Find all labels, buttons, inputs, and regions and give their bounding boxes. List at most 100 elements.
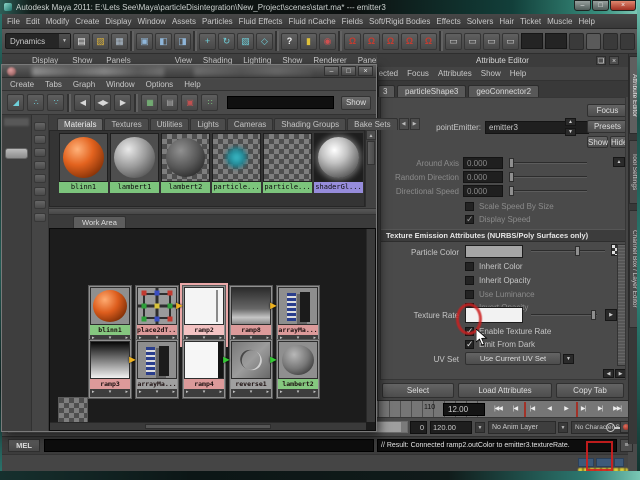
scroll-left-icon[interactable]: ◀ <box>603 369 614 378</box>
shading-node[interactable]: ramp3 ▸▾▸ <box>88 339 132 399</box>
expand-connector-icon[interactable]: ▾ <box>156 389 159 397</box>
particle-color-slider[interactable] <box>531 246 605 256</box>
menu-item[interactable]: Fluid Effects <box>236 17 286 26</box>
copy-tab-icon[interactable]: ❏ <box>596 56 606 65</box>
swatch-thumbnail[interactable] <box>110 133 159 182</box>
minimize-button[interactable]: – <box>574 0 591 11</box>
attribute-scrollbar[interactable] <box>617 244 626 366</box>
menu-item[interactable]: Display <box>102 17 134 26</box>
swatch-thumbnail[interactable] <box>314 133 363 182</box>
menu-item[interactable]: Soft/Rigid Bodies <box>366 17 433 26</box>
tab-work-area[interactable]: Work Area <box>73 216 126 228</box>
strip-button[interactable] <box>34 148 46 157</box>
around-axis-slider[interactable] <box>509 158 587 168</box>
map-arrow-icon[interactable]: ▶ <box>605 309 617 321</box>
quick-rename-field[interactable] <box>545 33 567 49</box>
chevron-down-icon[interactable]: ▼ <box>563 354 574 364</box>
graph-forward-icon[interactable]: ▶ <box>114 94 131 111</box>
menu-item[interactable]: Assets <box>169 17 199 26</box>
random-direction-field[interactable]: 0.000 <box>463 171 503 183</box>
scroll-left-icon[interactable]: ◀ <box>399 118 409 130</box>
select-component-icon[interactable]: ◨ <box>174 33 191 50</box>
mel-toggle-button[interactable]: MEL <box>8 439 40 452</box>
strip-button[interactable] <box>34 200 46 209</box>
select-object-icon[interactable]: ◧ <box>155 33 172 50</box>
category-tab[interactable]: Bake Sets <box>347 118 397 130</box>
input-output-connections-icon[interactable]: ▦ <box>141 94 158 111</box>
work-area-vertical-scrollbar[interactable] <box>366 229 375 422</box>
shading-node[interactable]: blinn1 ▸▾▸ <box>88 285 132 345</box>
menu-item[interactable]: Effects <box>433 17 463 26</box>
scrollbar-grip[interactable] <box>367 141 375 165</box>
category-tab[interactable]: Lights <box>190 118 225 130</box>
separator[interactable] <box>130 31 134 51</box>
swatch-thumbnail[interactable] <box>263 133 312 182</box>
node-connectors[interactable]: ▸▾▸ <box>90 389 130 397</box>
scroll-right-icon[interactable]: ▶ <box>615 369 626 378</box>
scroll-up-icon[interactable]: ▲ <box>366 130 376 140</box>
node-thumbnail[interactable] <box>90 341 130 379</box>
ipr-render-icon[interactable]: ▭ <box>483 33 500 50</box>
menu-item[interactable]: Help <box>179 80 205 89</box>
menu-item[interactable]: File <box>4 17 23 26</box>
use-luminance-checkbox[interactable] <box>465 290 474 299</box>
go-to-end-button[interactable]: ▶▶| <box>609 402 625 416</box>
focus-button[interactable]: Focus <box>587 104 626 117</box>
strip-button[interactable] <box>34 187 46 196</box>
texture-emission-section-header[interactable]: Texture Emission Attributes (NURBS/Poly … <box>381 229 625 242</box>
input-connector-icon[interactable]: ▸ <box>92 389 95 397</box>
menu-item[interactable]: Solvers <box>464 17 497 26</box>
node-thumbnail[interactable] <box>231 287 271 325</box>
expand-connector-icon[interactable]: ▾ <box>109 389 112 397</box>
shading-node[interactable]: reverse1 ▸▾▸ <box>229 339 273 399</box>
chevron-down-icon[interactable]: ▼ <box>59 34 70 48</box>
strip-button[interactable] <box>34 174 46 183</box>
scrollbar-grip[interactable] <box>145 424 271 429</box>
create-panel-dropdown[interactable] <box>4 118 29 126</box>
quick-select-field[interactable] <box>521 33 543 49</box>
node-connectors[interactable]: ▸▾▸ <box>231 389 271 397</box>
lasso-tool-icon[interactable]: ◇ <box>256 33 273 50</box>
output-connector-icon[interactable]: ▸ <box>219 389 222 397</box>
render-view-icon[interactable]: ▭ <box>445 33 462 50</box>
output-connector-icon[interactable]: ▸ <box>172 389 175 397</box>
key-icon[interactable] <box>606 423 615 432</box>
menu-item[interactable]: Fluid nCache <box>286 17 339 26</box>
strip-button[interactable] <box>34 213 46 222</box>
input-connector-icon[interactable]: ▸ <box>280 389 283 397</box>
menu-item[interactable]: Muscle <box>544 17 575 26</box>
emit-from-dark-checkbox[interactable] <box>465 340 474 349</box>
play-forwards-button[interactable]: ▶ <box>558 402 574 416</box>
snap-to-planes-icon[interactable]: Ω <box>401 33 418 50</box>
work-area-graph[interactable]: blinn1 ▸▾▸ place2dT... ▸▾▸ <box>49 228 376 431</box>
select-hierarchy-icon[interactable]: ▣ <box>136 33 153 50</box>
input-connections-icon[interactable]: ▤ <box>161 94 178 111</box>
menu-item[interactable]: Focus <box>407 69 429 78</box>
scroll-right-icon[interactable]: ▶ <box>410 118 420 130</box>
shading-node[interactable]: arrayMa... ▸▾▸ <box>135 339 179 399</box>
expand-connector-icon[interactable]: ▾ <box>297 389 300 397</box>
swatch-thumbnail[interactable] <box>161 133 210 182</box>
menu-item[interactable]: Modify <box>43 17 73 26</box>
swatch-thumbnail[interactable] <box>212 133 261 182</box>
shading-node[interactable]: arrayMa... ▸▾▸ <box>276 285 320 345</box>
directional-speed-slider[interactable] <box>509 186 587 196</box>
menu-item[interactable]: Options <box>141 80 179 89</box>
texture-rate-slider[interactable] <box>531 310 597 320</box>
current-time-field[interactable]: 12.00 <box>443 403 485 416</box>
menu-item[interactable]: Window <box>101 80 139 89</box>
close-panel-icon[interactable]: × <box>609 56 619 65</box>
uv-set-dropdown[interactable]: Use Current UV Set <box>465 352 561 365</box>
splitter-handle[interactable] <box>49 208 376 215</box>
node-thumbnail[interactable] <box>90 287 130 325</box>
create-category-button[interactable] <box>5 148 28 159</box>
menu-item[interactable]: Fields <box>339 17 366 26</box>
separator[interactable] <box>193 31 197 51</box>
shading-node[interactable]: place2dT... ▸▾▸ <box>135 285 179 345</box>
expand-connector-icon[interactable]: ▾ <box>250 389 253 397</box>
node-thumbnail[interactable] <box>278 287 318 325</box>
graph-materials-icon[interactable]: ∴ <box>27 94 44 111</box>
step-back-key-button[interactable]: |◀ <box>524 402 540 416</box>
shading-node[interactable]: ramp8 ▸▾▸ <box>229 285 273 345</box>
node-tab[interactable]: 3 <box>378 85 395 97</box>
